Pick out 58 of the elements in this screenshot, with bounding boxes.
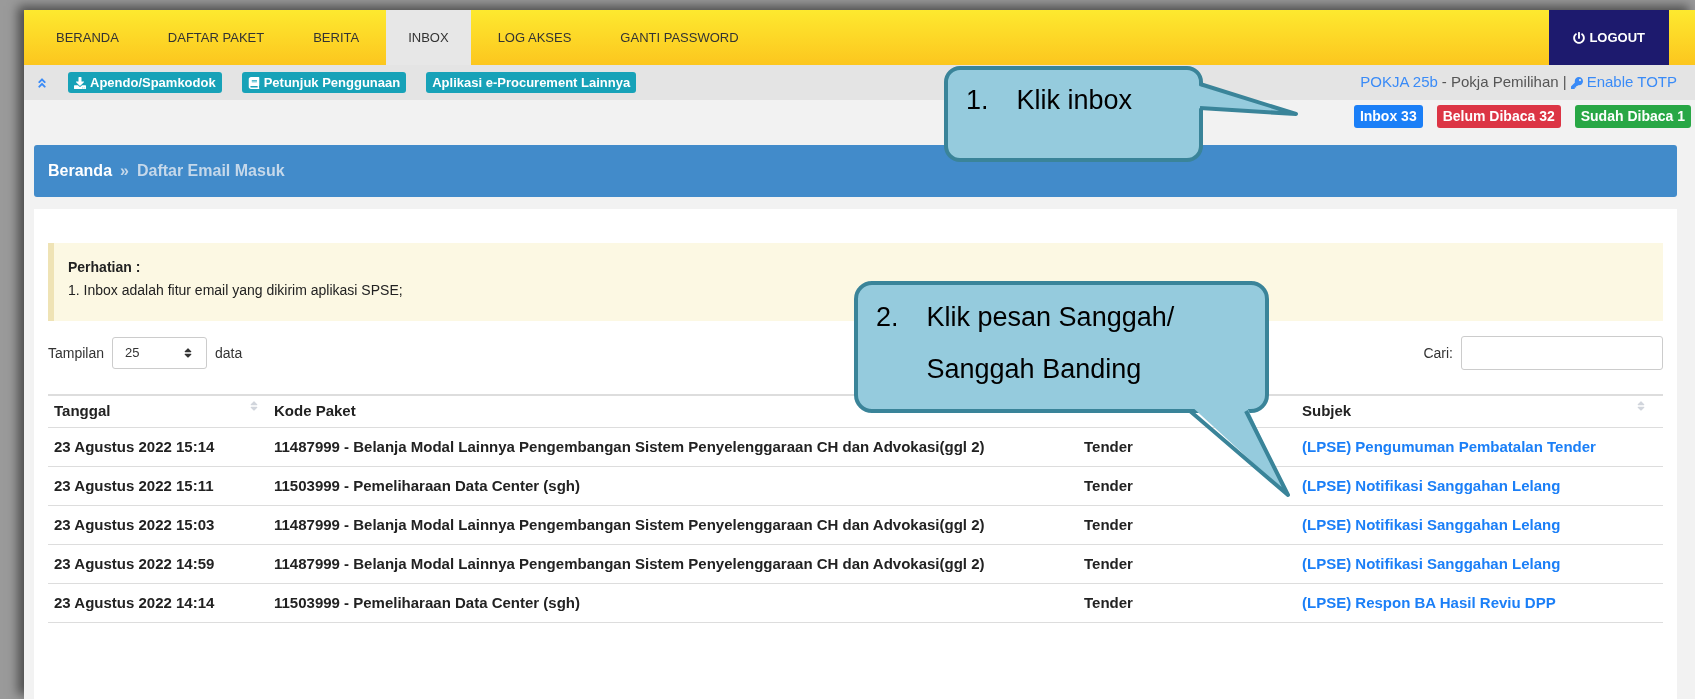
nav-tab[interactable]: GANTI PASSWORD <box>598 10 761 65</box>
toolbar-button[interactable]: Petunjuk Penggunaan <box>241 71 407 94</box>
table-cell-text: Tender <box>1083 437 1134 457</box>
table-cell-text: 23 Agustus 2022 14:59 <box>53 554 216 574</box>
callout-text: 1. Klik inbox <box>966 84 1133 117</box>
column-header[interactable]: Kode Paket <box>274 400 356 423</box>
length-label: Tampilan <box>48 343 105 363</box>
user-name: POKJA 25b <box>1360 72 1438 93</box>
toolbar-button[interactable]: Apendo/Spamkodok <box>68 71 222 94</box>
breadcrumb-link[interactable]: Beranda <box>48 159 113 183</box>
subject-link[interactable]: (LPSE) Respon BA Hasil Reviu DPP <box>1296 592 1556 614</box>
search-field[interactable] <box>1461 336 1663 370</box>
table-cell-text: 11487999 - Belanja Modal Lainnya Pengembangan Sistem Penyelenggaraan CH dan Advokasi(ggl 2) <box>273 437 986 457</box>
enable-totp-link[interactable]: Enable TOTP <box>1570 71 1677 94</box>
table-cell-text: 11503999 - Pemeliharaan Data Center (sgh) <box>273 593 581 613</box>
sort-icon <box>250 400 258 413</box>
table-cell-text: Tender <box>1083 554 1134 574</box>
subject-link[interactable]: (LPSE) Notifikasi Sanggahan Lelang <box>1296 514 1561 536</box>
download-icon <box>74 76 86 89</box>
collapse-icon[interactable] <box>36 76 48 89</box>
table-cell-text: 23 Agustus 2022 15:03 <box>53 515 216 535</box>
nav-tab[interactable]: BERANDA <box>34 10 141 65</box>
book-icon <box>247 76 260 89</box>
table-cell-text: 23 Agustus 2022 14:14 <box>53 593 216 613</box>
table-cell-text: Tender <box>1083 593 1134 613</box>
table-cell-text: 23 Agustus 2022 15:11 <box>53 476 215 496</box>
key-icon <box>1570 76 1583 89</box>
subject-link[interactable]: (LPSE) Pengumuman Pembatalan Tender <box>1296 436 1596 458</box>
alert-text: 1. Inbox adalah fitur email yang dikirim aplikasi SPSE; <box>68 281 404 300</box>
nav-tab[interactable]: LOG AKSES <box>475 10 594 65</box>
nav-tab[interactable]: INBOX <box>386 10 471 65</box>
logout-button[interactable]: LOGOUT <box>1549 10 1669 65</box>
table-cell-text: 11487999 - Belanja Modal Lainnya Pengembangan Sistem Penyelenggaraan CH dan Advokasi(ggl 2) <box>273 554 986 574</box>
breadcrumb-current: Daftar Email Masuk <box>136 161 285 181</box>
column-header[interactable]: Subjek <box>1302 400 1352 423</box>
column-header[interactable]: Tanggal <box>54 400 111 423</box>
count-badge[interactable]: Sudah Dibaca 1 <box>1574 104 1691 128</box>
toolbar-button[interactable]: Aplikasi e-Procurement Lainnya <box>426 71 637 94</box>
nav-tab[interactable]: BERITA <box>291 10 382 65</box>
table-cell-text: 11487999 - Belanja Modal Lainnya Pengembangan Sistem Penyelenggaraan CH dan Advokasi(ggl 2) <box>273 515 986 535</box>
subject-link[interactable]: (LPSE) Notifikasi Sanggahan Lelang <box>1296 475 1561 497</box>
table-cell-text: 23 Agustus 2022 15:14 <box>53 437 216 457</box>
length-label: data <box>215 343 243 363</box>
table-cell-text: Tender <box>1083 476 1134 496</box>
count-badge[interactable]: Belum Dibaca 32 <box>1436 104 1561 128</box>
search-label: Cari: <box>1423 343 1453 363</box>
sort-icon <box>1637 400 1645 413</box>
nav-tab[interactable]: DAFTAR PAKET <box>145 10 287 65</box>
table-cell-text: Tender <box>1083 515 1134 535</box>
page-size-select[interactable]: 25 <box>112 337 208 369</box>
alert-title: Perhatian : <box>68 258 142 277</box>
table-cell-text: 11503999 - Pemeliharaan Data Center (sgh) <box>273 476 581 496</box>
count-badge[interactable]: Inbox 33 <box>1353 104 1423 128</box>
callout-text: 2. Klik pesan Sanggah/ Sanggah Banding <box>876 301 1175 386</box>
user-role: - Pokja Pemilihan | <box>1441 72 1567 93</box>
breadcrumb-separator: » <box>120 161 129 181</box>
subject-link[interactable]: (LPSE) Notifikasi Sanggahan Lelang <box>1296 553 1561 575</box>
power-icon <box>1573 31 1586 44</box>
